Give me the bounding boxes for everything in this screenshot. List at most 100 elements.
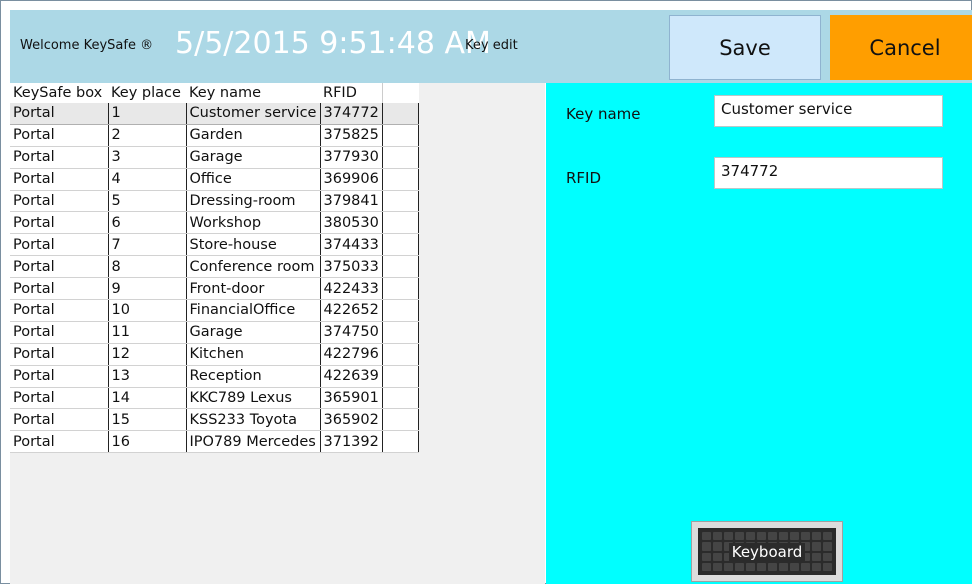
cell-key-name: Customer service (186, 103, 321, 125)
welcome-text: Welcome KeySafe ® (20, 38, 154, 53)
cell-blank (382, 168, 419, 191)
table-header-row: KeySafe box Key place Key name RFID (10, 83, 419, 103)
cell-key-place: 13 (108, 365, 187, 388)
key-name-field[interactable]: Customer service (714, 95, 943, 127)
cell-key-place: 11 (108, 321, 187, 344)
cell-keysafe-box: Portal (10, 430, 109, 454)
header-bar: Welcome KeySafe ® 5/5/2015 9:51:48 AM Ke… (10, 10, 972, 83)
cell-keysafe-box: Portal (10, 408, 109, 432)
keyboard-icon: Keyboard (698, 528, 836, 575)
cell-rfid: 365901 (320, 387, 383, 410)
cell-blank (382, 321, 419, 344)
cell-rfid: 422433 (320, 277, 383, 301)
cell-rfid: 371392 (320, 430, 383, 454)
cell-keysafe-box: Portal (10, 168, 109, 191)
cell-key-name: Dressing-room (186, 190, 321, 213)
cell-keysafe-box: Portal (10, 190, 109, 213)
cell-key-name: KSS233 Toyota (186, 408, 321, 432)
cell-key-name: IPO789 Mercedes (186, 430, 321, 454)
cell-blank (382, 299, 419, 322)
cell-key-name: Office (186, 168, 321, 191)
cell-blank (382, 430, 419, 454)
cell-keysafe-box: Portal (10, 103, 109, 125)
keys-table[interactable]: KeySafe box Key place Key name RFID Port… (10, 83, 419, 454)
cell-blank (382, 255, 419, 279)
cell-keysafe-box: Portal (10, 387, 109, 410)
cell-blank (382, 146, 419, 169)
table-row[interactable]: Portal 15 KSS233 Toyota 365902 (10, 408, 419, 432)
cell-rfid: 374433 (320, 233, 383, 257)
column-header-keysafe-box[interactable]: KeySafe box (10, 83, 108, 103)
cell-keysafe-box: Portal (10, 299, 109, 322)
table-row[interactable]: Portal 9 Front-door 422433 (10, 277, 419, 301)
cell-key-name: Garden (186, 124, 321, 147)
cell-rfid: 422652 (320, 299, 383, 322)
cell-key-place: 16 (108, 430, 187, 454)
cell-keysafe-box: Portal (10, 277, 109, 301)
cell-keysafe-box: Portal (10, 321, 109, 344)
column-header-key-place[interactable]: Key place (108, 83, 186, 103)
keyboard-button[interactable]: Keyboard (691, 521, 843, 582)
table-row[interactable]: Portal 2 Garden 375825 (10, 124, 419, 147)
cell-key-place: 3 (108, 146, 187, 169)
cell-blank (382, 365, 419, 388)
cell-rfid: 379841 (320, 190, 383, 213)
column-header-rfid[interactable]: RFID (320, 83, 383, 103)
table-row[interactable]: Portal 11 Garage 374750 (10, 321, 419, 344)
cell-blank (382, 190, 419, 213)
table-row[interactable]: Portal 8 Conference room 375033 (10, 255, 419, 279)
table-body: Portal 1 Customer service 374772 Portal 2 Gard… (10, 103, 419, 454)
cell-keysafe-box: Portal (10, 211, 109, 235)
table-row[interactable]: Portal 1 Customer service 374772 (10, 103, 419, 125)
cell-key-name: Reception (186, 365, 321, 388)
table-row[interactable]: Portal 5 Dressing-room 379841 (10, 190, 419, 213)
cell-key-name: Garage (186, 321, 321, 344)
cell-blank (382, 387, 419, 410)
cell-keysafe-box: Portal (10, 146, 109, 169)
cell-key-place: 10 (108, 299, 187, 322)
table-row[interactable]: Portal 6 Workshop 380530 (10, 211, 419, 235)
cell-key-place: 2 (108, 124, 187, 147)
cell-key-place: 12 (108, 343, 187, 366)
table-row[interactable]: Portal 3 Garage 377930 (10, 146, 419, 169)
table-row[interactable]: Portal 12 Kitchen 422796 (10, 343, 419, 366)
cell-key-place: 14 (108, 387, 187, 410)
rfid-label: RFID (566, 169, 602, 187)
cell-blank (382, 233, 419, 257)
cell-key-name: Front-door (186, 277, 321, 301)
cell-key-place: 4 (108, 168, 187, 191)
table-row[interactable]: Portal 16 IPO789 Mercedes 371392 (10, 430, 419, 454)
cell-blank (382, 277, 419, 301)
cancel-button[interactable]: Cancel (830, 15, 972, 80)
column-header-key-name[interactable]: Key name (186, 83, 320, 103)
save-button[interactable]: Save (669, 15, 821, 80)
cell-rfid: 375033 (320, 255, 383, 279)
cell-rfid: 374750 (320, 321, 383, 344)
rfid-field[interactable]: 374772 (714, 157, 943, 189)
cell-key-name: KKC789 Lexus (186, 387, 321, 410)
keys-panel: KeySafe box Key place Key name RFID Port… (10, 83, 545, 584)
cell-key-name: Store-house (186, 233, 321, 257)
cell-key-place: 8 (108, 255, 187, 279)
cell-rfid: 422639 (320, 365, 383, 388)
table-row[interactable]: Portal 7 Store-house 374433 (10, 233, 419, 257)
cell-key-name: Kitchen (186, 343, 321, 366)
table-row[interactable]: Portal 14 KKC789 Lexus 365901 (10, 387, 419, 410)
cell-key-place: 7 (108, 233, 187, 257)
cell-rfid: 375825 (320, 124, 383, 147)
cell-blank (382, 124, 419, 147)
cell-blank (382, 408, 419, 432)
cell-key-place: 5 (108, 190, 187, 213)
cell-keysafe-box: Portal (10, 255, 109, 279)
table-row[interactable]: Portal 13 Reception 422639 (10, 365, 419, 388)
cell-keysafe-box: Portal (10, 124, 109, 147)
edit-form-panel: Key name Customer service RFID 374772 Ke… (546, 83, 972, 584)
table-row[interactable]: Portal 10 FinancialOffice 422652 (10, 299, 419, 322)
cell-rfid: 369906 (320, 168, 383, 191)
cell-keysafe-box: Portal (10, 343, 109, 366)
cell-blank (382, 211, 419, 235)
cell-rfid: 422796 (320, 343, 383, 366)
column-header-blank (381, 83, 419, 103)
keyboard-button-label: Keyboard (728, 542, 806, 561)
table-row[interactable]: Portal 4 Office 369906 (10, 168, 419, 191)
